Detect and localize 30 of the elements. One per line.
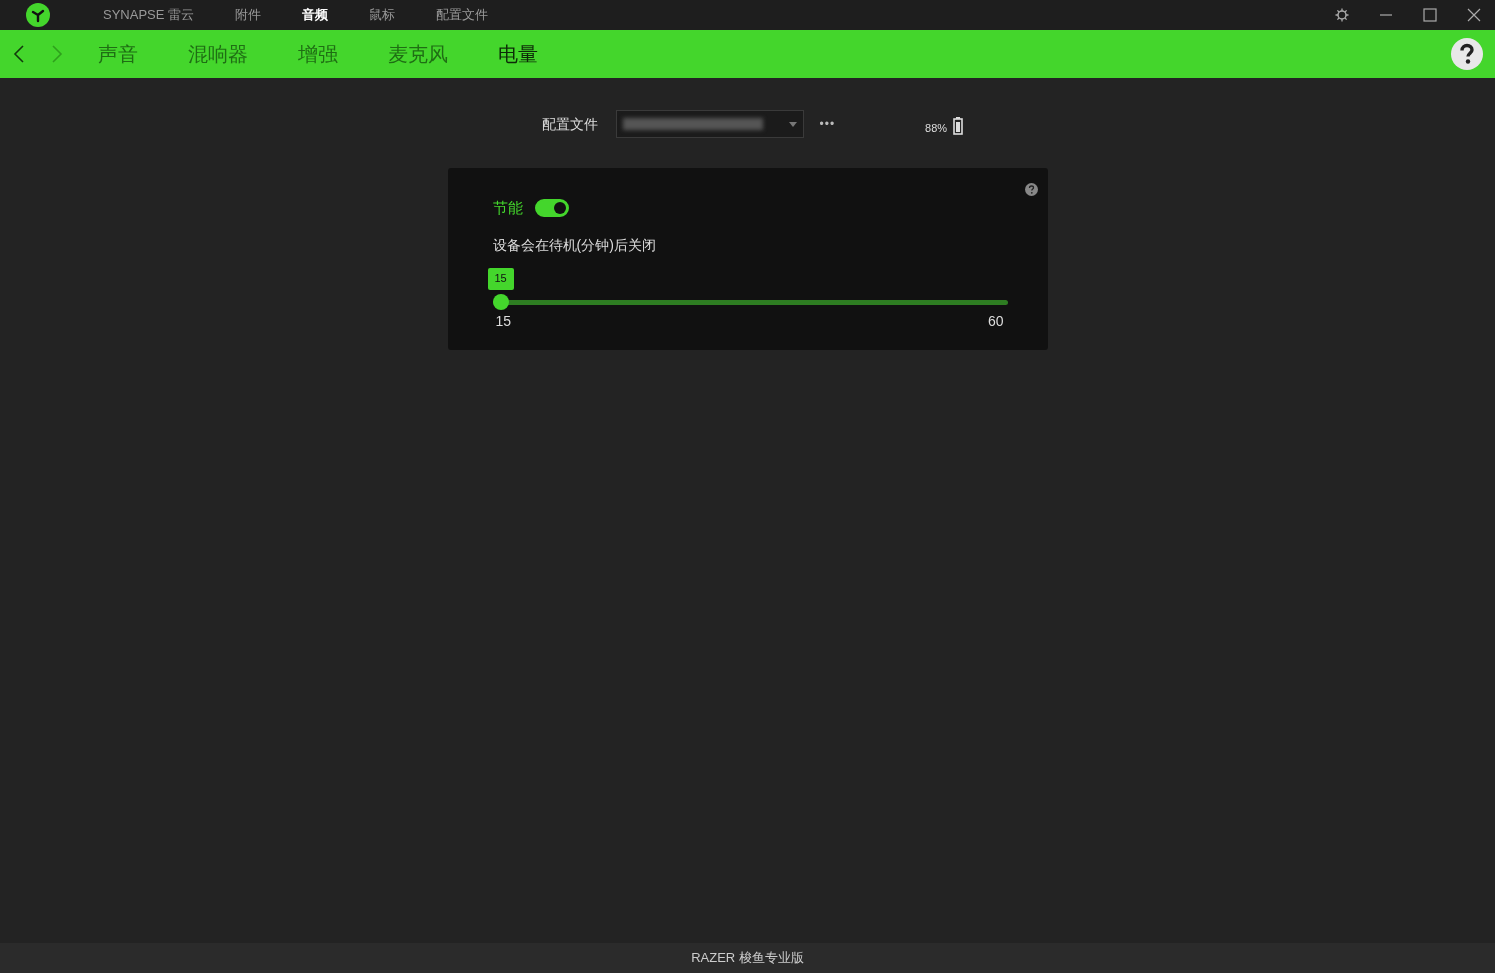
- device-name: RAZER 梭鱼专业版: [691, 949, 804, 968]
- settings-icon[interactable]: [1335, 8, 1349, 22]
- slider-max-label: 60: [987, 311, 1004, 331]
- dropdown-arrow-icon: [788, 121, 797, 127]
- top-nav-tab[interactable]: 鼠标: [369, 5, 396, 25]
- battery-icon: [953, 117, 964, 135]
- sub-nav-tab[interactable]: 混响器: [188, 39, 248, 69]
- sub-nav-tab[interactable]: 电量: [498, 39, 538, 69]
- help-icon[interactable]: [1451, 38, 1483, 70]
- slider-thumb[interactable]: [492, 294, 509, 310]
- top-nav-tab[interactable]: 附件: [235, 5, 262, 25]
- maximize-icon[interactable]: [1423, 8, 1437, 22]
- back-icon[interactable]: [12, 44, 26, 64]
- top-nav-tab[interactable]: SYNAPSE 雷云: [103, 5, 195, 25]
- close-icon[interactable]: [1467, 8, 1481, 22]
- sub-nav-tab[interactable]: 声音: [98, 39, 138, 69]
- sub-nav-tab[interactable]: 增强: [298, 39, 338, 69]
- sub-nav-tab[interactable]: 麦克风: [388, 39, 448, 69]
- slider-min-label: 15: [495, 311, 512, 331]
- power-saving-label: 节能: [492, 198, 523, 218]
- battery-reading: 88%: [925, 120, 948, 136]
- more-button[interactable]: •••: [819, 115, 836, 133]
- top-nav-tab[interactable]: 配置文件: [436, 5, 489, 25]
- slider-value-badge: 15: [487, 267, 514, 290]
- standby-description: 设备会在待机(分钟)后关闭: [492, 235, 657, 255]
- power-saving-toggle[interactable]: [534, 199, 569, 218]
- help-icon[interactable]: [1024, 183, 1038, 196]
- profile-label: 配置文件: [541, 114, 598, 134]
- logo-icon: [26, 3, 50, 27]
- top-nav-tab[interactable]: 音频: [302, 5, 329, 25]
